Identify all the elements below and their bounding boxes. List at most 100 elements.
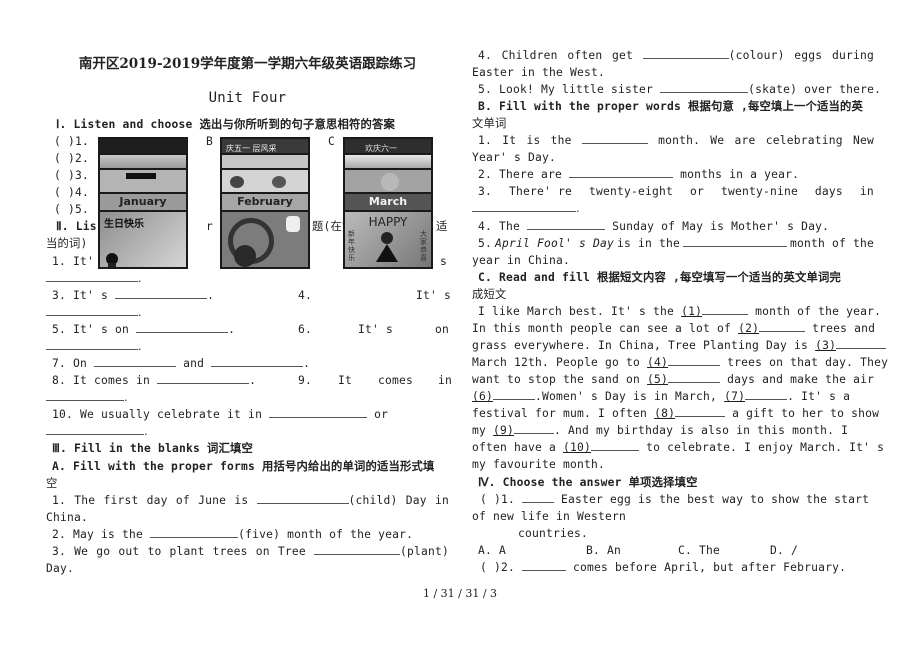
partB-item-1: 1. It is the month. We are celebrating New bbox=[478, 134, 874, 147]
partA-item-2: 2. May is the (five) month of the year. bbox=[52, 528, 414, 541]
section3-heading: Ⅲ. Fill in the blanks 词汇填空 bbox=[52, 442, 254, 455]
passage-line-2: In this month people can see a lot of (2… bbox=[472, 322, 876, 335]
unit-title: Unit Four bbox=[208, 90, 287, 106]
listen-item-10: 10. We usually celebrate it in or bbox=[52, 408, 389, 421]
section2-heading-end: 适 bbox=[436, 220, 448, 233]
passage-line-6: (6) .Women' s Day is in March, (7). It' s… bbox=[472, 390, 851, 403]
christmas-picture bbox=[222, 212, 308, 267]
option-label-b: B bbox=[206, 135, 214, 148]
passage-line-1: I like March best. It' s the (1) month o… bbox=[478, 305, 882, 318]
partA-heading-cont: 空 bbox=[46, 477, 58, 490]
choice-row-1: ( )1. bbox=[54, 135, 90, 148]
listen-item-6-after: on bbox=[435, 323, 450, 336]
listen-item-4-text: It' s bbox=[416, 289, 452, 302]
greeting-text: 生日快乐 bbox=[104, 219, 144, 230]
greeting-text: HAPPY bbox=[368, 215, 408, 229]
choice-question-1-cont2: countries. bbox=[518, 527, 589, 540]
option-d: D. / bbox=[770, 544, 799, 557]
blank-line: . bbox=[472, 200, 580, 217]
partA-item-5: 5. Look! My little sister (skate) over t… bbox=[478, 83, 882, 96]
listen-item-9-mid: comes bbox=[378, 374, 414, 387]
picture-strip bbox=[100, 155, 186, 170]
picture-card-b: 庆五一 层风采 February bbox=[220, 137, 310, 269]
banner-text: 庆五一 层风采 bbox=[226, 144, 277, 153]
blank-line: . bbox=[46, 423, 148, 440]
banner-text: 欢庆六一 bbox=[365, 144, 397, 153]
partA-item-3-cont: Day. bbox=[46, 562, 75, 575]
picture-strip bbox=[222, 170, 308, 194]
choice-row-5: ( )5. bbox=[54, 203, 90, 216]
choice-row-3: ( )3. bbox=[54, 169, 90, 182]
picture-strip bbox=[100, 139, 186, 155]
page-number: 1 / 31 / 31 / 3 bbox=[422, 587, 498, 600]
picture-strip bbox=[345, 170, 431, 194]
blank-line: . bbox=[46, 389, 128, 406]
passage-line-8: my (9). And my birthday is also in this … bbox=[472, 424, 849, 437]
listen-item-2-tail: s bbox=[440, 255, 448, 268]
picture-strip bbox=[222, 155, 308, 170]
partA-item-4-cont: Easter in the West. bbox=[472, 66, 606, 79]
option-c: C. The bbox=[678, 544, 721, 557]
partB-item-2: 2. There are months in a year. bbox=[478, 168, 800, 181]
partB-item-1-cont: Year' s Day. bbox=[472, 151, 557, 164]
listen-item-9-number: 9. bbox=[298, 374, 313, 387]
listen-item-7: 7. On and . bbox=[52, 357, 311, 370]
partB-heading-cont: 文单词 bbox=[472, 117, 507, 130]
partA-heading: A. Fill with the proper forms 用括号内给出的单词的… bbox=[52, 460, 435, 473]
partA-item-1-cont: China. bbox=[46, 511, 89, 524]
section2-heading-cont: 当的词) bbox=[46, 237, 88, 250]
choice-question-1-cont: of new life in Western bbox=[472, 510, 627, 523]
picture-card-c: 欢庆六一 March HAPPY 新年快乐 大家恭喜 bbox=[343, 137, 433, 269]
listen-item-8: 8. It comes in . bbox=[52, 374, 257, 387]
side-text-left: 新年快乐 bbox=[348, 230, 355, 262]
listen-item-5: 5. It' s on . bbox=[52, 323, 236, 336]
month-label-march: March bbox=[345, 194, 431, 212]
option-a: A. A bbox=[478, 544, 507, 557]
partC-heading-cont: 成短文 bbox=[472, 288, 507, 301]
blank-line: . bbox=[46, 338, 142, 355]
option-label-c: C bbox=[328, 135, 336, 148]
partB-item-3: 3. There' re twenty-eight or twenty-nine day… bbox=[478, 185, 874, 198]
listen-item-4-number: 4. bbox=[298, 289, 313, 302]
partB-item-5: 5. April Fool' s Day is in the month of … bbox=[478, 237, 874, 250]
blank-line: . bbox=[46, 304, 142, 321]
partC-heading: C. Read and fill 根据短文内容 ,每空填写一个适当的英文单词完 bbox=[478, 271, 841, 284]
passage-line-3: grass everywhere. In China, Tree Plantin… bbox=[472, 337, 887, 354]
birthday-picture: 生日快乐 bbox=[100, 212, 186, 267]
passage-line-5: want to stop the sand on (5) days and ma… bbox=[472, 373, 875, 386]
choice-row-4: ( )4. bbox=[54, 186, 90, 199]
picture-strip: 庆五一 层风采 bbox=[222, 139, 308, 155]
picture-strip: 欢庆六一 bbox=[345, 139, 431, 155]
option-b: B. An bbox=[586, 544, 622, 557]
blank-line: . bbox=[46, 270, 142, 287]
section2-heading-start: Ⅱ. Lis bbox=[56, 220, 97, 233]
listen-item-1: 1. It' bbox=[52, 255, 95, 268]
picture-card-a: January 生日快乐 bbox=[98, 137, 188, 269]
listen-item-3: 3. It' s . bbox=[52, 289, 215, 302]
document-title: 南开区2019-2019学年度第一学期六年级英语跟踪练习 bbox=[78, 56, 417, 72]
partA-item-4: 4. Children often get (colour) eggs during bbox=[478, 49, 874, 62]
passage-line-9: often have a (10) to celebrate. I enjoy … bbox=[472, 441, 885, 454]
partB-heading: B. Fill with the proper words 根据句意 ,每空填上… bbox=[478, 100, 863, 113]
choice-question-1: ( )1. Easter egg is the best way to show… bbox=[480, 493, 870, 506]
month-label-february: February bbox=[222, 194, 308, 212]
listen-item-6-text: It' s bbox=[358, 323, 394, 336]
passage-line-4: March 12th. People go to (4) trees on th… bbox=[472, 356, 889, 369]
listen-item-9-text: It bbox=[338, 374, 353, 387]
picture-strip bbox=[345, 155, 431, 170]
partB-item-5-cont: year in China. bbox=[472, 254, 571, 267]
picture-strip bbox=[100, 170, 186, 194]
partA-item-1: 1. The first day of June is (child) Day in bbox=[52, 494, 449, 507]
partA-item-3: 3. We go out to plant trees on Tree (plant) bbox=[52, 545, 449, 558]
passage-line-10: my favourite month. bbox=[472, 458, 606, 471]
month-label-january: January bbox=[100, 194, 186, 212]
new-year-picture: HAPPY 新年快乐 大家恭喜 bbox=[345, 212, 431, 267]
section1-heading: Ⅰ. Listen and choose 选出与你所听到的句子意思相符的答案 bbox=[56, 118, 396, 131]
listen-item-6-number: 6. bbox=[298, 323, 313, 336]
passage-line-7: festival for mum. I often (8) a gift to … bbox=[472, 407, 880, 420]
side-text-right: 大家恭喜 bbox=[420, 230, 427, 262]
choice-question-2: ( )2. comes before April, but after Febr… bbox=[480, 561, 847, 574]
listen-item-9-after: in bbox=[438, 374, 453, 387]
partB-item-4: 4. The Sunday of May is Mother' s Day. bbox=[478, 220, 830, 233]
section4-heading: Ⅳ. Choose the answer 单项选择填空 bbox=[478, 476, 698, 489]
